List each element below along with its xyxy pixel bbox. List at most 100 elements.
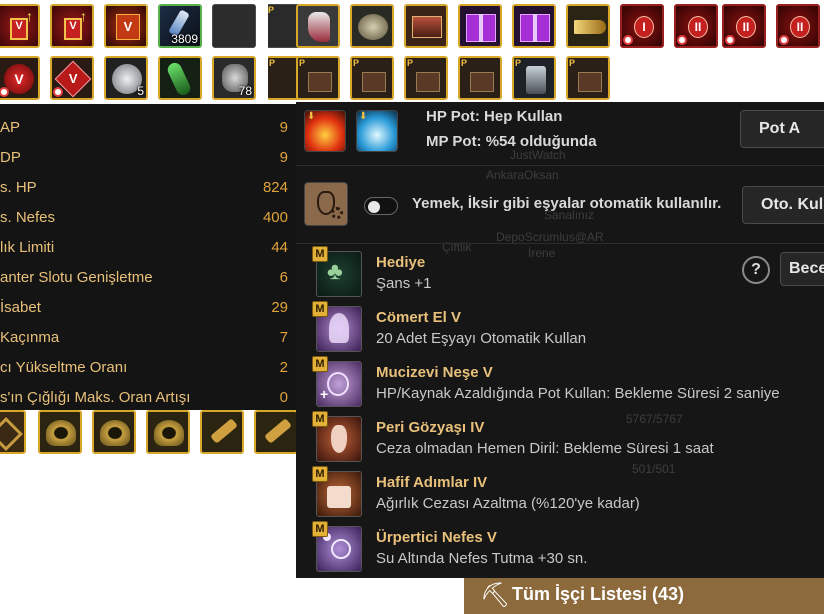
stat-label: s'ın Çığlığı Maks. Oran Artışı <box>0 389 191 406</box>
inventory-slot[interactable] <box>350 4 394 48</box>
skill-description: 20 Adet Eşyayı Otomatik Kullan <box>376 330 587 347</box>
marker-icon: P <box>407 58 414 68</box>
inventory-slot[interactable] <box>458 4 502 48</box>
disabled-icon <box>779 35 789 45</box>
stat-value: 0 <box>279 389 288 406</box>
hp-pot-setting: HP Pot: Hep Kullan <box>426 108 563 125</box>
hp-pot-slot[interactable]: ⬇ <box>304 110 346 152</box>
inventory-slot[interactable]: V ↑ <box>50 4 94 48</box>
skill-badge: M <box>312 246 328 262</box>
inventory-slot[interactable]: V <box>0 56 40 100</box>
gift-ribbon <box>533 14 537 42</box>
stat-row: cı Yükseltme Oranı 2 <box>0 352 296 382</box>
vial-shape <box>331 425 347 453</box>
gift-ribbon <box>479 14 483 42</box>
stat-label: s. Nefes <box>0 209 56 226</box>
skill-description: Şans +1 <box>376 275 432 292</box>
rune-II-icon: II <box>736 16 756 38</box>
inventory-slot[interactable]: P <box>458 56 502 100</box>
inventory-slot[interactable]: 5 <box>104 56 148 100</box>
skill-badge: M <box>312 356 328 372</box>
skill-name: Peri Gözyaşı IV <box>376 419 485 436</box>
inventory-slot[interactable]: P <box>404 56 448 100</box>
stat-row: AP 9 <box>0 112 296 142</box>
stat-label: DP <box>0 149 21 166</box>
inventory-slot[interactable]: II <box>722 4 766 48</box>
inventory-slot[interactable] <box>158 56 202 100</box>
skill-description: HP/Kaynak Azaldığında Pot Kullan: Beklem… <box>376 385 780 402</box>
inventory-slot[interactable]: P <box>296 56 340 100</box>
mp-pot-slot[interactable]: ⬇ <box>356 110 398 152</box>
worker-list-button[interactable]: ⛏ Tüm İşçi Listesi (43) <box>464 578 824 614</box>
inventory-slot[interactable] <box>512 4 556 48</box>
disabled-icon <box>677 35 687 45</box>
equipment-slot[interactable] <box>38 410 82 454</box>
inventory-slot[interactable]: 78 <box>212 56 256 100</box>
equipment-slot[interactable] <box>0 410 26 454</box>
inventory-slot[interactable] <box>566 4 610 48</box>
auto-use-description: Yemek, İksir gibi eşyalar otomatik kulla… <box>412 195 722 212</box>
shoe-icon <box>308 12 330 42</box>
weight-shape <box>327 486 351 508</box>
stat-value: 9 <box>279 119 288 136</box>
inventory-slot[interactable]: V <box>50 56 94 100</box>
crossbow-icon <box>0 417 23 451</box>
inventory-slot[interactable]: V ↑ <box>0 4 40 48</box>
chest-icon <box>470 72 494 92</box>
stat-value: 6 <box>279 269 288 286</box>
key-icon <box>210 418 238 444</box>
inventory-slot[interactable] <box>296 4 340 48</box>
stat-row: s. Nefes 400 <box>0 202 296 232</box>
mp-pot-setting: MP Pot: %54 olduğunda <box>426 133 597 150</box>
empty-slot[interactable] <box>212 4 256 48</box>
inventory-slot[interactable]: P <box>566 56 610 100</box>
auto-use-toggle[interactable] <box>364 197 398 215</box>
equipment-slot[interactable] <box>92 410 136 454</box>
inventory-slot[interactable]: 3809 <box>158 4 202 48</box>
ring-icon <box>100 420 130 446</box>
green-feather-icon <box>165 60 193 98</box>
inventory-slot[interactable]: P <box>350 56 394 100</box>
automation-panel: JustWatch AnkaraOksan Sanalınız DepoScru… <box>296 102 824 578</box>
skill-description: Ceza olmadan Hemen Diril: Bekleme Süresi… <box>376 440 714 457</box>
inventory-slot[interactable] <box>404 4 448 48</box>
skill-badge: M <box>312 301 328 317</box>
chest-icon <box>412 16 442 38</box>
inventory-slot[interactable]: II <box>674 4 718 48</box>
skill-row: ♣ M Hediye Şans +1 <box>296 246 824 300</box>
auto-use-button[interactable]: Oto. Kull <box>742 186 824 224</box>
disabled-icon <box>623 35 633 45</box>
divider <box>296 165 824 166</box>
armor-icon <box>526 66 546 94</box>
inventory-slot[interactable]: P <box>512 56 556 100</box>
marker-icon: P <box>461 58 468 68</box>
stat-label: lık Limiti <box>0 239 55 256</box>
inventory-slot[interactable]: I <box>620 4 664 48</box>
window-divider <box>266 0 268 104</box>
fairy-shape <box>329 313 349 343</box>
marker-icon: P <box>268 5 275 15</box>
stat-value: 400 <box>262 209 288 226</box>
stats-panel: AP 9 DP 9 s. HP 824 s. Nefes 400 lık Limiti 4… <box>0 104 296 410</box>
equipment-slot[interactable] <box>200 410 244 454</box>
skill-row: M Peri Gözyaşı IV Ceza olmadan Hemen Dir… <box>296 411 824 465</box>
skill-badge: M <box>312 466 328 482</box>
stat-value: 2 <box>279 359 288 376</box>
rune-II-icon: II <box>688 16 708 38</box>
pot-settings-button[interactable]: Pot A <box>740 110 824 148</box>
clover-glyph: ♣ <box>327 258 343 285</box>
skill-row: M Hafif Adımlar IV Ağırlık Cezası Azaltm… <box>296 466 824 520</box>
key-icon <box>264 418 292 444</box>
background-text: AnkaraOksan <box>486 168 559 182</box>
equipment-slot[interactable] <box>254 410 298 454</box>
inventory-slot[interactable]: II <box>776 4 820 48</box>
marker-icon: P <box>515 58 522 68</box>
marker-icon: P <box>299 58 306 68</box>
skill-name: Mucizevi Neşe V <box>376 364 493 381</box>
equipment-slot[interactable] <box>146 410 190 454</box>
divider <box>296 243 824 244</box>
gear-icon <box>331 207 343 219</box>
ring-icon <box>46 420 76 446</box>
pickaxe-icon: ⛏ <box>480 582 511 609</box>
inventory-slot[interactable]: V <box>104 4 148 48</box>
